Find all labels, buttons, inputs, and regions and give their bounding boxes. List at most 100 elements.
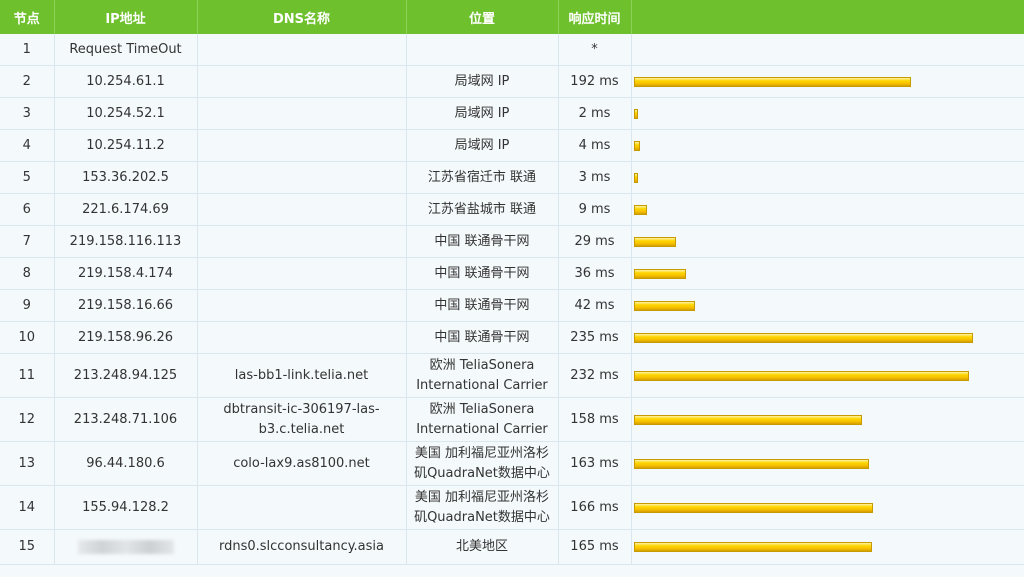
hop-ip-cell: 10.254.61.1 (54, 65, 198, 98)
hop-response-time-cell: 9 ms (558, 193, 632, 226)
hop-ip-cell: 221.6.174.69 (54, 193, 198, 226)
hop-dns-cell: dbtransit-ic-306197-las-b3.c.telia.net (197, 397, 407, 442)
hop-dns-cell (197, 289, 407, 322)
hop-node-cell: 15 (0, 529, 55, 565)
hop-bar-cell (631, 225, 1024, 258)
hop-dns-cell: las-bb1-link.telia.net (197, 353, 407, 398)
table-row: 10 219.158.96.26 中国 联通骨干网 235 ms (0, 321, 1024, 354)
hop-dns-cell (197, 225, 407, 258)
hop-node-cell: 3 (0, 97, 55, 130)
hop-response-time-cell: 235 ms (558, 321, 632, 354)
table-row: 7 219.158.116.113 中国 联通骨干网 29 ms (0, 225, 1024, 258)
response-time-bar (633, 300, 695, 311)
hop-dns-cell (197, 129, 407, 162)
hop-response-time-cell: 232 ms (558, 353, 632, 398)
response-time-bar (633, 370, 969, 381)
response-time-bar (633, 172, 638, 183)
hop-bar-cell (631, 129, 1024, 162)
hop-response-time-cell: 36 ms (558, 257, 632, 290)
table-row: 14 155.94.128.2 美国 加利福尼亚州洛杉矶QuadraNet数据中心 1… (0, 485, 1024, 530)
hop-ip-cell: 155.94.128.2 (54, 485, 198, 530)
response-time-bar (633, 332, 973, 343)
redacted-ip (77, 539, 174, 554)
response-time-bar (633, 502, 873, 513)
table-row: 15 rdns0.slcconsultancy.asia 北美地区 165 ms (0, 529, 1024, 565)
response-time-bar (633, 268, 686, 279)
hop-ip-cell: Request TimeOut (54, 34, 198, 66)
response-time-bar (633, 414, 862, 425)
hop-response-time-cell: 166 ms (558, 485, 632, 530)
table-row: 8 219.158.4.174 中国 联通骨干网 36 ms (0, 257, 1024, 290)
hop-dns-cell (197, 257, 407, 290)
hop-ip-cell (54, 529, 198, 565)
hop-response-time-cell: 42 ms (558, 289, 632, 322)
hop-response-time-cell: 163 ms (558, 441, 632, 486)
header-node: 节点 (0, 0, 55, 34)
hop-ip-cell: 219.158.96.26 (54, 321, 198, 354)
table-row: 5 153.36.202.5 江苏省宿迁市 联通 3 ms (0, 161, 1024, 194)
hop-bar-cell (631, 353, 1024, 398)
table-row: 4 10.254.11.2 局域网 IP 4 ms (0, 129, 1024, 162)
table-header-row: 节点 IP地址 DNS名称 位置 响应时间 (0, 0, 1024, 34)
hop-node-cell: 12 (0, 397, 55, 442)
hop-dns-cell (197, 321, 407, 354)
hop-response-time-cell: 2 ms (558, 97, 632, 130)
table-row: 9 219.158.16.66 中国 联通骨干网 42 ms (0, 289, 1024, 322)
hop-node-cell: 11 (0, 353, 55, 398)
hop-bar-cell (631, 529, 1024, 565)
hop-dns-cell (197, 161, 407, 194)
hop-node-cell: 1 (0, 34, 55, 66)
hop-bar-cell (631, 485, 1024, 530)
hop-dns-cell (197, 193, 407, 226)
table-row: 1 Request TimeOut * (0, 34, 1024, 66)
header-dns: DNS名称 (197, 0, 407, 34)
hop-node-cell: 10 (0, 321, 55, 354)
response-time-bar (633, 458, 869, 469)
header-bar (631, 0, 1024, 34)
hop-dns-cell: rdns0.slcconsultancy.asia (197, 529, 407, 565)
hop-node-cell: 6 (0, 193, 55, 226)
hop-dns-cell (197, 34, 407, 66)
hop-bar-cell (631, 65, 1024, 98)
hop-response-time-cell: 192 ms (558, 65, 632, 98)
hop-response-time-cell: 3 ms (558, 161, 632, 194)
hop-bar-cell (631, 397, 1024, 442)
hop-dns-cell (197, 97, 407, 130)
hop-bar-cell (631, 289, 1024, 322)
hop-location-cell: 欧洲 TeliaSonera International Carrier (406, 397, 559, 442)
hop-response-time-cell: 158 ms (558, 397, 632, 442)
hop-location-cell: 欧洲 TeliaSonera International Carrier (406, 353, 559, 398)
table-row: 11 213.248.94.125 las-bb1-link.telia.net 欧洲… (0, 353, 1024, 398)
response-time-bar (633, 76, 911, 87)
hop-location-cell: 美国 加利福尼亚州洛杉矶QuadraNet数据中心 (406, 441, 559, 486)
hop-ip-cell: 10.254.52.1 (54, 97, 198, 130)
hop-ip-cell: 153.36.202.5 (54, 161, 198, 194)
hop-ip-cell: 10.254.11.2 (54, 129, 198, 162)
hop-bar-cell (631, 321, 1024, 354)
hop-response-time-cell: 4 ms (558, 129, 632, 162)
hop-location-cell: 局域网 IP (406, 97, 559, 130)
hop-node-cell: 9 (0, 289, 55, 322)
hop-location-cell: 局域网 IP (406, 129, 559, 162)
hop-bar-cell (631, 441, 1024, 486)
hop-node-cell: 14 (0, 485, 55, 530)
hop-node-cell: 5 (0, 161, 55, 194)
hop-ip-cell: 96.44.180.6 (54, 441, 198, 486)
traceroute-table: 节点 IP地址 DNS名称 位置 响应时间 1 Request TimeOut * 2… (0, 0, 1024, 565)
hop-location-cell: 江苏省盐城市 联通 (406, 193, 559, 226)
table-row: 13 96.44.180.6 colo-lax9.as8100.net 美国 加利福尼… (0, 441, 1024, 486)
hop-node-cell: 2 (0, 65, 55, 98)
hop-node-cell: 7 (0, 225, 55, 258)
hop-location-cell (406, 34, 559, 66)
hop-bar-cell (631, 193, 1024, 226)
hop-response-time-cell: * (558, 34, 632, 66)
header-location: 位置 (406, 0, 559, 34)
response-time-bar (633, 236, 676, 247)
hop-location-cell: 美国 加利福尼亚州洛杉矶QuadraNet数据中心 (406, 485, 559, 530)
response-time-bar (633, 542, 872, 552)
response-time-bar (633, 204, 647, 215)
hop-response-time-cell: 165 ms (558, 529, 632, 565)
hop-location-cell: 中国 联通骨干网 (406, 321, 559, 354)
hop-location-cell: 中国 联通骨干网 (406, 225, 559, 258)
hop-response-time-cell: 29 ms (558, 225, 632, 258)
